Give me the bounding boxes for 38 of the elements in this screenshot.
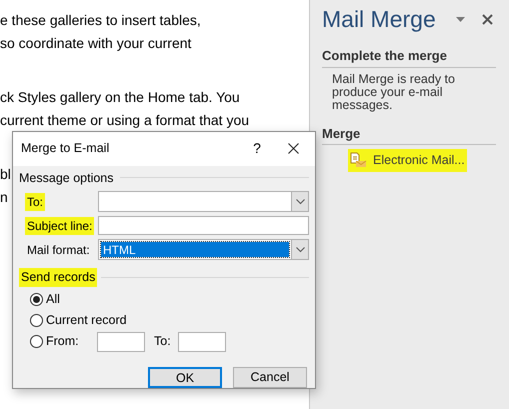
radio-button[interactable] [30, 314, 43, 327]
dialog-title: Merge to E-mail [21, 140, 110, 158]
document-text-line: bl [0, 165, 11, 184]
radio-button[interactable] [30, 293, 43, 306]
electronic-mail-link[interactable]: Electronic Mail... [348, 149, 467, 172]
section-heading: Merge [322, 124, 360, 143]
group-heading: Message options [19, 170, 114, 187]
radio-option[interactable]: All [30, 290, 60, 309]
to-label: To: [154, 333, 172, 350]
close-icon[interactable] [288, 143, 299, 154]
section-heading: Complete the merge [322, 47, 447, 65]
document-text-line: current theme or using a format that you [0, 111, 250, 130]
document-mail-icon [350, 152, 367, 168]
close-icon[interactable] [482, 14, 493, 24]
dialog-button[interactable]: Cancel [233, 367, 307, 388]
to-field[interactable] [178, 332, 226, 352]
section-text: Mail Merge is ready to produce your e-mail messages. [332, 72, 456, 112]
field-label: To: [25, 192, 46, 211]
chevron-down-icon [296, 198, 304, 205]
dropdown-field[interactable]: HTML [98, 239, 309, 260]
from-field[interactable] [97, 332, 145, 352]
pane-title: Mail Merge [322, 5, 436, 34]
help-button[interactable]: ? [242, 138, 272, 160]
radio-option[interactable]: From: [30, 332, 79, 351]
subject-line-field[interactable] [98, 216, 309, 236]
radio-button[interactable] [30, 335, 43, 348]
dropdown-triangle-icon[interactable] [456, 16, 465, 22]
dialog-button[interactable]: OK [148, 367, 222, 388]
dropdown-field[interactable] [98, 191, 309, 212]
document-text-line: ck Styles gallery on the Home tab. You [0, 88, 240, 107]
chevron-down-icon [296, 246, 304, 253]
document-text-line: so coordinate with your current [0, 34, 192, 53]
document-text-line: n [0, 188, 8, 207]
document-text-line: e these galleries to insert tables, [0, 11, 201, 30]
field-label: Mail format: [26, 242, 91, 259]
radio-option[interactable]: Current record [30, 311, 127, 330]
field-label: Subject line: [25, 216, 94, 235]
group-heading: Send records [19, 268, 98, 287]
